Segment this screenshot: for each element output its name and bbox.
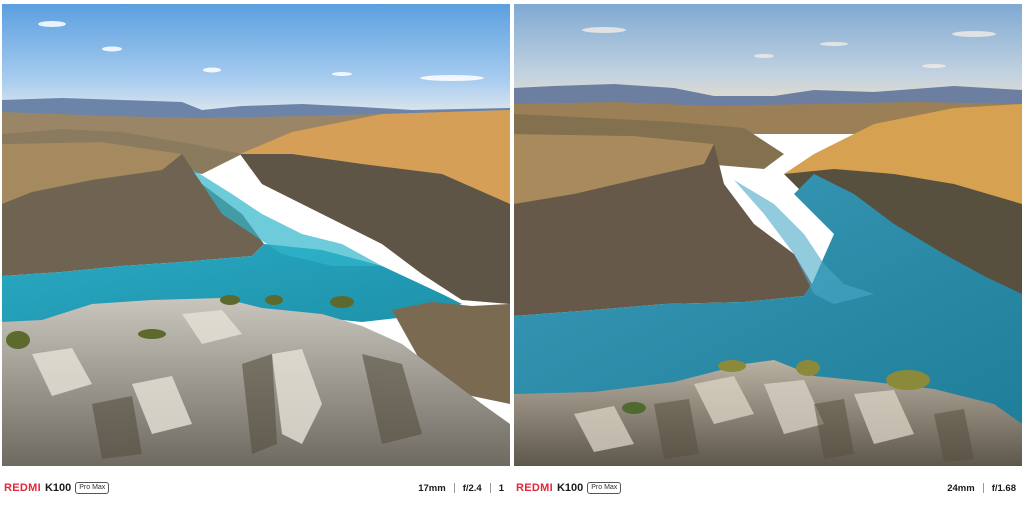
- aperture: f/2.4: [462, 482, 482, 494]
- model-name: K100: [44, 482, 72, 494]
- brand-name: REDMI: [516, 482, 553, 494]
- spec-divider: [982, 483, 984, 493]
- focal-length: 17mm: [418, 482, 446, 494]
- photo-caption: REDMI K100 Pro Max 24mm f/1.68: [514, 474, 1022, 502]
- focal-length: 24mm: [947, 482, 975, 494]
- spec-divider: [489, 483, 491, 493]
- spec-extra: 1: [498, 482, 504, 494]
- model-badge: Pro Max: [75, 482, 110, 494]
- canyon-photo-standard: [514, 4, 1022, 466]
- device-brand: REDMI K100 Pro Max: [514, 482, 622, 494]
- brand-name: REDMI: [4, 482, 41, 494]
- photo-card-right: REDMI K100 Pro Max 24mm f/1.68: [514, 4, 1022, 508]
- device-brand: REDMI K100 Pro Max: [2, 482, 110, 494]
- camera-specs: 17mm f/2.4 1: [418, 483, 510, 494]
- model-badge: Pro Max: [587, 482, 622, 494]
- camera-specs: 24mm f/1.68: [947, 483, 1022, 494]
- spec-divider: [453, 483, 455, 493]
- model-name: K100: [556, 482, 584, 494]
- canyon-photo-wide: [2, 4, 510, 466]
- photo-caption: REDMI K100 Pro Max 17mm f/2.4 1: [2, 474, 510, 502]
- photo-card-left: REDMI K100 Pro Max 17mm f/2.4 1: [2, 4, 510, 508]
- aperture: f/1.68: [991, 482, 1016, 494]
